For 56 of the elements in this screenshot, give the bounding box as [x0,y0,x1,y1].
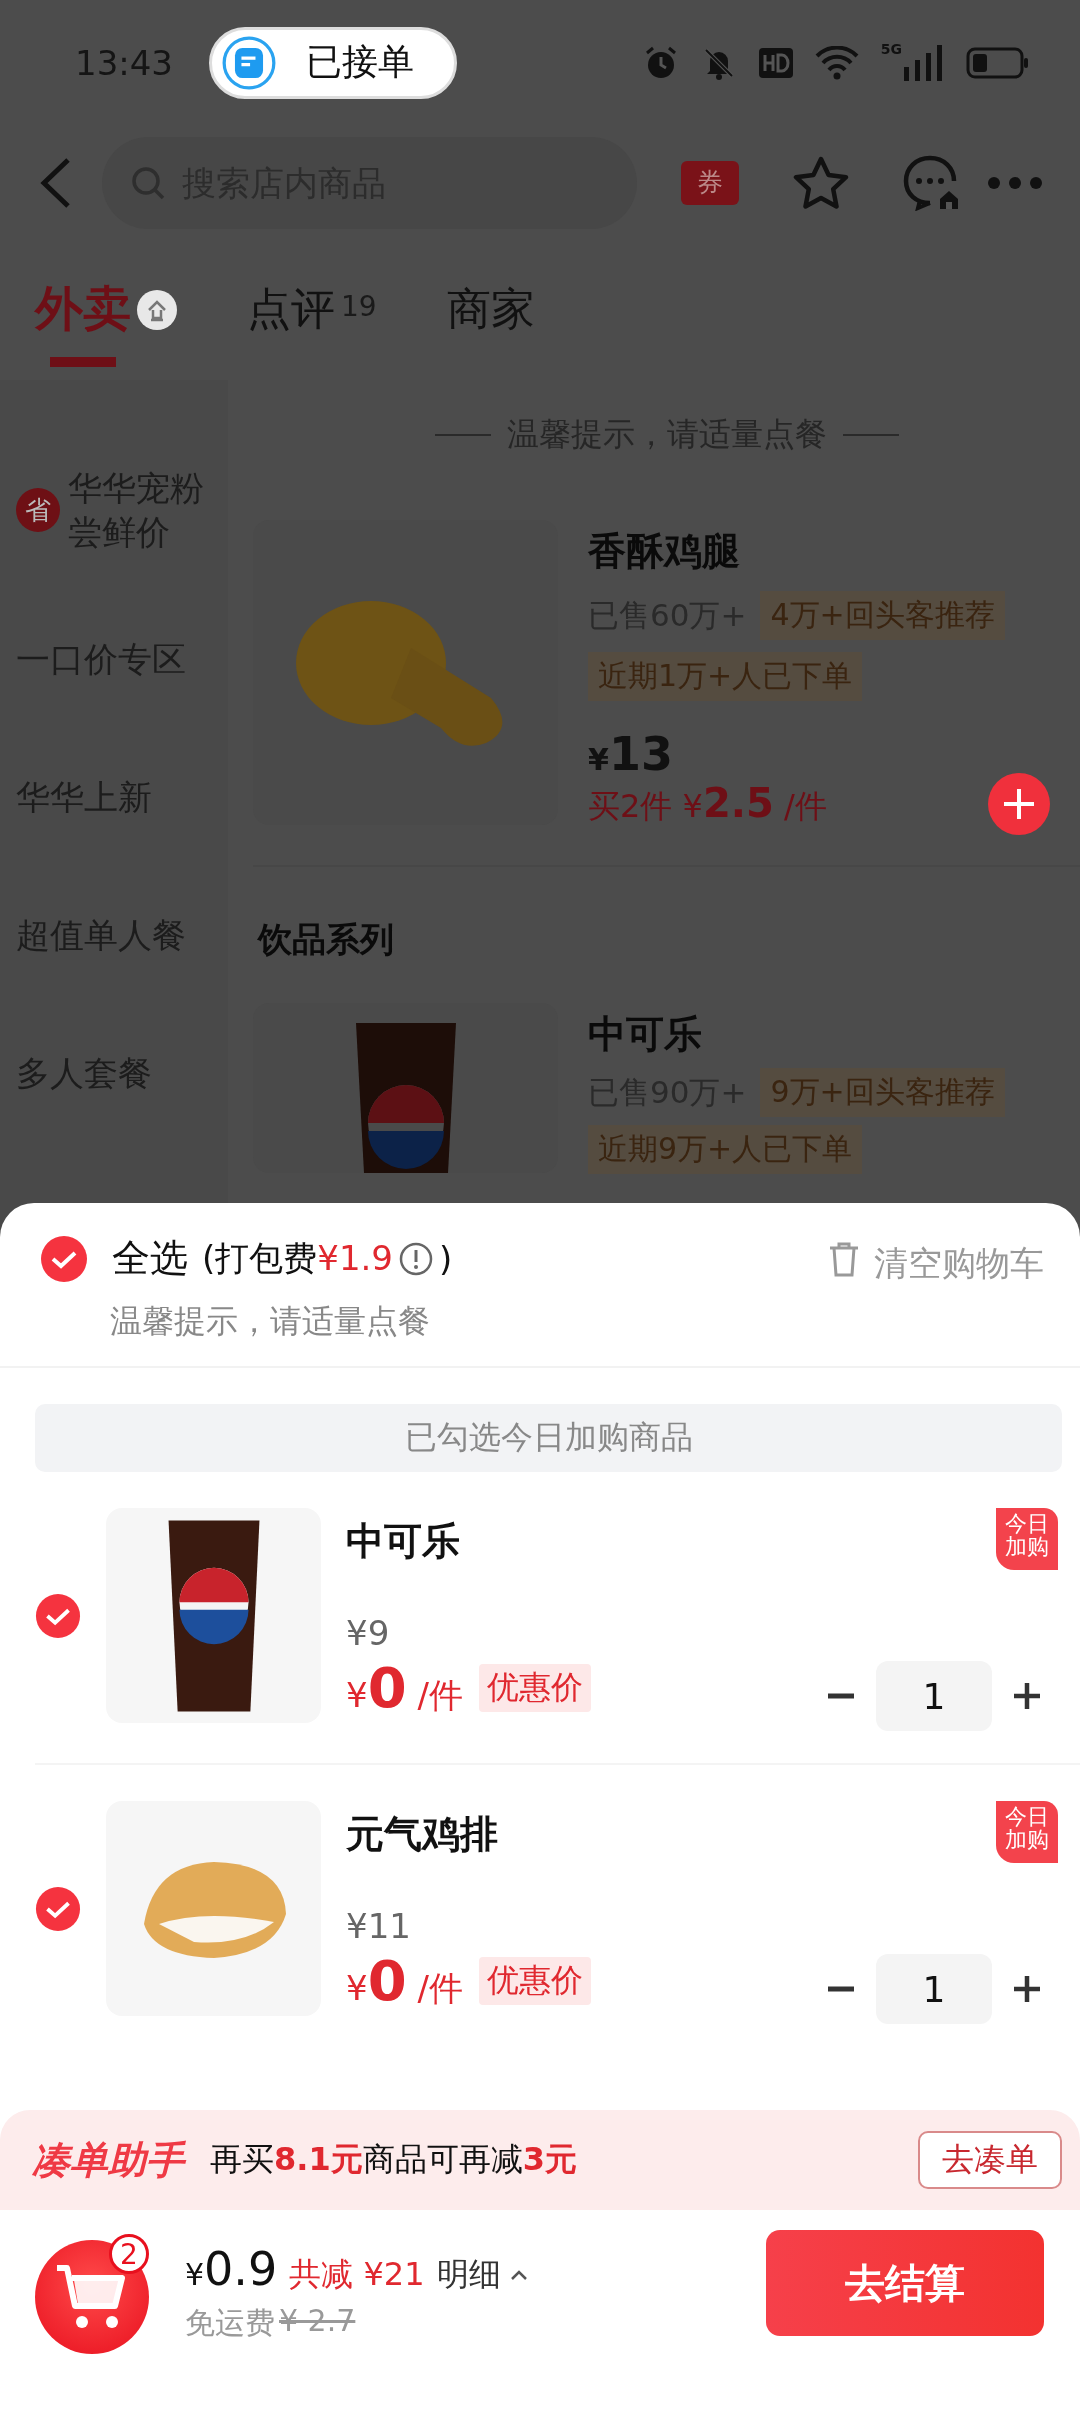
add-more-button[interactable]: 去凑单 [918,2131,1062,2189]
shipping-label: 免运费 [185,2304,275,2342]
total-price: ¥0.9 [185,2242,278,2296]
signal-icon [904,44,942,81]
add-icon[interactable] [988,773,1050,835]
hd-icon [758,47,793,78]
clear-cart-button[interactable]: 清空购物车 [828,1241,1044,1285]
product-name: 中可乐 [588,1011,703,1058]
tab[interactable]: 点评 [247,279,335,365]
info-icon[interactable] [398,1241,433,1276]
notification-pill[interactable]: 已接单 [209,26,457,99]
item-checkbox[interactable] [35,1592,81,1639]
original-shipping-fee: ¥ 2.7 [279,2303,356,2340]
deal-tag: 优惠价 [478,1956,591,2005]
deal-tag: 优惠价 [478,1663,591,1712]
notice-text: 温馨提示，请适量点餐 [110,1301,431,1342]
today-add-badge: 今日加购 [996,1801,1058,1863]
cart-item-name: 元气鸡排 [346,1811,499,1858]
section-title: 饮品系列 [256,918,395,961]
network-label: 5G [880,40,902,57]
discount-price: ¥0 /件 [346,1655,463,1720]
checkout-button[interactable]: 去结算 [766,2230,1044,2336]
helper-message: 再买8.1元商品可再减3元 [210,2139,577,2180]
status-time: 13:43 [75,42,173,83]
select-all-checkbox[interactable] [40,1234,88,1283]
quantity-field[interactable]: 1 [876,1661,992,1731]
group-banner: 已勾选今日加购商品 [35,1404,1062,1472]
detail-button[interactable]: 明细 [436,2253,529,2297]
wifi-icon [814,45,859,80]
select-all-label[interactable]: 全选 [112,1233,188,1284]
coupon-button[interactable]: 券 [681,160,739,205]
item-checkbox[interactable] [35,1885,81,1932]
product-name: 香酥鸡腿 [588,528,741,575]
battery-icon [966,46,1030,79]
plus-icon[interactable] [1012,1681,1042,1711]
fee-close-paren: ) [438,1238,453,1279]
discount-price: ¥0 /件 [346,1948,463,2013]
cart-item-name: 中可乐 [346,1518,461,1565]
discount-total: 共减 ¥21 [289,2254,425,2295]
today-add-badge: 今日加购 [996,1508,1058,1570]
original-price: ¥9 [346,1613,391,1653]
cart-count-badge: 2 [109,2234,149,2274]
save-badge: 省 [16,488,60,532]
original-price: ¥11 [346,1906,412,1946]
plus-icon[interactable] [1012,1974,1042,2004]
star-icon[interactable] [793,155,849,210]
product-price: ¥13 [588,727,674,781]
trash-icon [828,1241,860,1277]
packing-fee: (打包费¥1.9 [202,1236,393,1280]
collapse-icon[interactable] [137,290,177,330]
tab[interactable]: 商家 [446,279,535,365]
search-icon [130,164,166,201]
app-icon [222,35,276,90]
quantity-field[interactable]: 1 [876,1954,992,2024]
notification-text: 已接单 [306,40,414,84]
deal-price: 买2件 ¥2.5 /件 [588,779,827,828]
